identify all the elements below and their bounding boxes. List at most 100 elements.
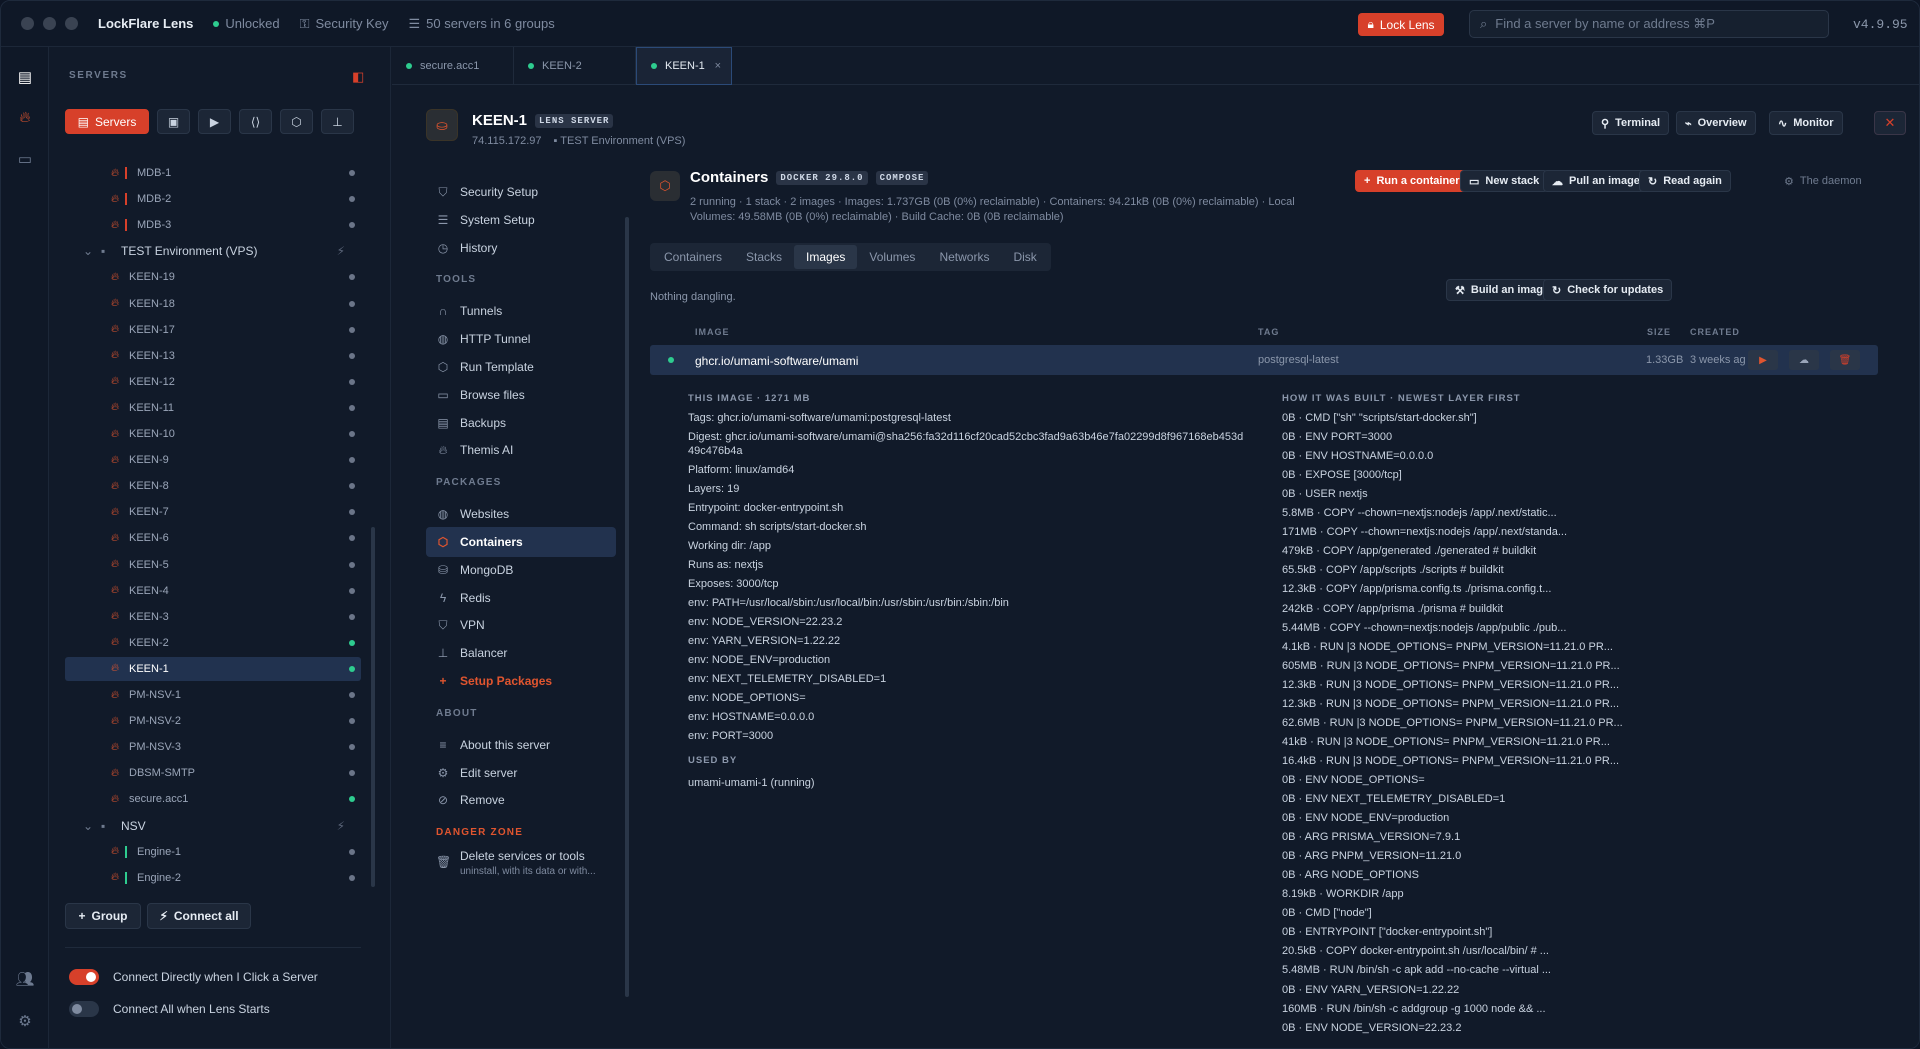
users-rail-icon[interactable]: 👥︎ — [13, 967, 37, 991]
server-search-input[interactable]: ⌕ Find a server by name or address ⌘P — [1469, 10, 1829, 38]
server-item[interactable]: 🔥︎ KEEN-17 — [65, 318, 361, 342]
server-item[interactable]: 🔥︎ PM-NSV-2 — [65, 709, 361, 733]
server-item[interactable]: 🔥︎ KEEN-4 — [65, 579, 361, 603]
menu-item-remove[interactable]: ⊘ Remove — [426, 785, 616, 815]
terminal-tab-icon[interactable]: ▣ — [157, 109, 190, 134]
menu-item-http-tunnel[interactable]: ◍ HTTP Tunnel — [426, 324, 616, 354]
server-item[interactable]: 🔥︎ PM-NSV-1 — [65, 683, 361, 707]
delete-services-button[interactable]: 🗑︎ Delete services or tools uninstall, wit… — [426, 849, 616, 883]
server-item[interactable]: 🔥︎ KEEN-6 — [65, 526, 361, 550]
menu-item-themis-ai[interactable]: 🔥︎ Themis AI — [426, 435, 616, 465]
menu-item-setup-packages[interactable]: + Setup Packages — [426, 666, 616, 696]
build-image-button[interactable]: ⚒ Build an image — [1446, 279, 1559, 301]
server-item[interactable]: 🔥︎ MDB-1 — [65, 161, 361, 185]
menu-item-containers[interactable]: ⬡ Containers — [426, 527, 616, 557]
col-size-header[interactable]: SIZE — [1647, 327, 1671, 337]
server-item[interactable]: 🔥︎ KEEN-8 — [65, 474, 361, 498]
subtab-stacks[interactable]: Stacks — [734, 245, 794, 269]
flame-rail-icon[interactable]: 🔥︎ — [13, 105, 37, 129]
push-image-button[interactable]: ☁ — [1789, 350, 1819, 370]
server-item[interactable]: 🔥︎ KEEN-10 — [65, 422, 361, 446]
used-by-container[interactable]: umami-umami-1 (running) — [688, 777, 815, 789]
server-item[interactable]: 🔥︎ KEEN-5 — [65, 553, 361, 577]
server-group[interactable]: ⌄ ▪ TEST Environment (VPS) ⚡︎ — [65, 239, 361, 263]
servers-rail-icon[interactable]: ▤ — [13, 65, 37, 89]
server-item[interactable]: 🔥︎ PM-NSV-3 — [65, 735, 361, 759]
server-item[interactable]: 🔥︎ KEEN-9 — [65, 448, 361, 472]
tab-servers[interactable]: ▤ Servers — [65, 109, 149, 134]
settings-rail-icon[interactable]: ⚙ — [13, 1009, 37, 1033]
lock-lens-button[interactable]: 🔒︎ Lock Lens — [1358, 13, 1444, 36]
add-group-button[interactable]: + Group — [65, 903, 141, 929]
menu-item-tunnels[interactable]: ∩ Tunnels — [426, 296, 616, 326]
subtab-containers[interactable]: Containers — [652, 245, 734, 269]
daemon-link[interactable]: ⚙ The daemon — [1784, 175, 1862, 188]
server-group[interactable]: ⌄ ▪ NSV ⚡︎ — [65, 814, 361, 838]
close-server-button[interactable]: ✕ — [1874, 111, 1906, 135]
menu-item-system-setup[interactable]: ☰ System Setup — [426, 205, 616, 235]
tab-keen-1[interactable]: KEEN-1 × — [636, 47, 732, 85]
play-tab-icon[interactable]: ▶ — [198, 109, 231, 134]
menu-item-run-template[interactable]: ⬡ Run Template — [426, 352, 616, 382]
menu-item-balancer[interactable]: ⊥ Balancer — [426, 638, 616, 668]
sidebar-scrollbar[interactable] — [371, 527, 375, 887]
new-stack-button[interactable]: ▭ New stack — [1460, 170, 1549, 192]
security-key-indicator[interactable]: ⚿ Security Key — [300, 16, 389, 32]
monitor-button[interactable]: ∿ Monitor — [1769, 111, 1843, 135]
subtab-disk[interactable]: Disk — [1001, 245, 1048, 269]
server-item[interactable]: 🔥︎ KEEN-3 — [65, 605, 361, 629]
menu-scrollbar[interactable] — [625, 217, 629, 997]
menu-item-security-setup[interactable]: ⛉ Security Setup — [426, 177, 616, 207]
menu-item-history[interactable]: ◷ History — [426, 233, 616, 263]
collapse-sidebar-icon[interactable]: ◧ — [352, 69, 364, 85]
maximize-window-button[interactable] — [65, 17, 78, 30]
check-updates-button[interactable]: ↻ Check for updates — [1543, 279, 1673, 301]
image-row[interactable]: ghcr.io/umami-software/umami postgresql-… — [650, 345, 1878, 375]
close-window-button[interactable] — [21, 17, 34, 30]
server-item[interactable]: 🔥︎ KEEN-13 — [65, 344, 361, 368]
run-image-button[interactable]: ▶ — [1748, 350, 1778, 370]
network-tab-icon[interactable]: ⊥ — [321, 109, 354, 134]
col-image-header[interactable]: IMAGE — [695, 327, 730, 337]
bolt-icon[interactable]: ⚡︎ — [337, 819, 345, 833]
terminal-button[interactable]: ⚲ Terminal — [1592, 111, 1670, 135]
folder-rail-icon[interactable]: ▭ — [13, 147, 37, 171]
connect-all-on-start-toggle[interactable] — [69, 1001, 99, 1017]
server-item[interactable]: 🔥︎ DBSM-SMTP — [65, 761, 361, 785]
menu-item-vpn[interactable]: ⛉ VPN — [426, 610, 616, 640]
overview-button[interactable]: ⌁ Overview — [1676, 111, 1756, 135]
minimize-window-button[interactable] — [43, 17, 56, 30]
server-item[interactable]: 🔥︎ Engine-2 — [65, 866, 361, 890]
server-item[interactable]: 🔥︎ Engine-1 — [65, 840, 361, 864]
menu-item-redis[interactable]: ϟ Redis — [426, 583, 616, 613]
menu-item-browse-files[interactable]: ▭ Browse files — [426, 380, 616, 410]
server-item[interactable]: 🔥︎ MDB-3 — [65, 213, 361, 237]
subtab-networks[interactable]: Networks — [927, 245, 1001, 269]
tab-secure-acc1[interactable]: secure.acc1 — [392, 47, 514, 85]
pull-image-button[interactable]: ☁ Pull an image — [1543, 170, 1649, 192]
chevron-down-icon[interactable]: ⌄ — [83, 819, 101, 833]
bolt-icon[interactable]: ⚡︎ — [337, 244, 345, 258]
read-again-button[interactable]: ↻ Read again — [1639, 170, 1731, 192]
connect-directly-toggle[interactable] — [69, 969, 99, 985]
tab-keen-2[interactable]: KEEN-2 — [514, 47, 636, 85]
server-item[interactable]: 🔥︎ KEEN-7 — [65, 500, 361, 524]
server-item[interactable]: 🔥︎ KEEN-2 — [65, 631, 361, 655]
server-item[interactable]: 🔥︎ KEEN-19 — [65, 265, 361, 289]
chevron-down-icon[interactable]: ⌄ — [83, 244, 101, 258]
col-tag-header[interactable]: TAG — [1258, 327, 1279, 337]
server-item[interactable]: 🔥︎ MDB-2 — [65, 187, 361, 211]
menu-item-websites[interactable]: ◍ Websites — [426, 499, 616, 529]
menu-item-about-this-server[interactable]: ≡ About this server — [426, 730, 616, 760]
package-tab-icon[interactable]: ⬡ — [280, 109, 313, 134]
server-item[interactable]: 🔥︎ KEEN-11 — [65, 396, 361, 420]
code-tab-icon[interactable]: ⟨⟩ — [239, 109, 272, 134]
menu-item-backups[interactable]: ▤ Backups — [426, 408, 616, 438]
server-item[interactable]: 🔥︎ KEEN-1 — [65, 656, 361, 681]
menu-item-mongodb[interactable]: ⛁ MongoDB — [426, 555, 616, 585]
subtab-images[interactable]: Images — [794, 245, 858, 269]
server-item[interactable]: 🔥︎ KEEN-18 — [65, 292, 361, 316]
subtab-volumes[interactable]: Volumes — [857, 245, 927, 269]
delete-image-button[interactable]: 🗑︎ — [1830, 350, 1860, 370]
menu-item-edit-server[interactable]: ⚙ Edit server — [426, 758, 616, 788]
